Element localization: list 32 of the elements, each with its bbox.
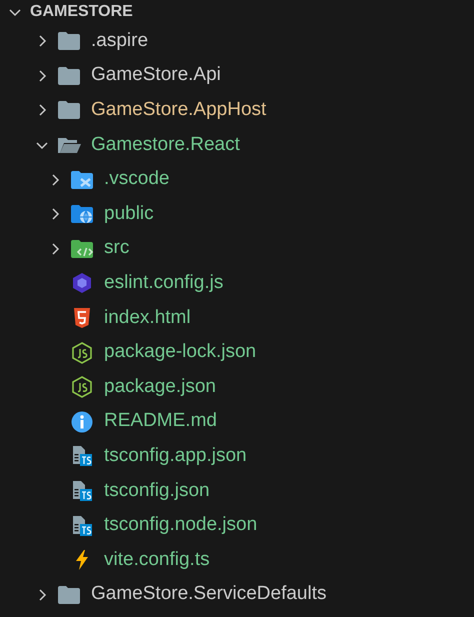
file-name[interactable]: package.json [104,376,216,399]
folder-name[interactable]: .vscode [104,168,170,192]
folder-name[interactable]: GameStore.Api [91,64,221,88]
config-file-icon [70,445,94,468]
folder-icon [57,64,81,87]
folder-name[interactable]: src [104,237,130,260]
info-icon [70,410,94,433]
folder-icon [70,168,94,191]
explorer-title[interactable]: GAMESTORE [30,0,133,24]
hexagon-icon [70,272,94,294]
folder-icon [57,99,81,122]
folder-name[interactable]: .aspire [91,30,148,53]
file-name[interactable]: tsconfig.json [104,480,210,502]
file-name[interactable]: package-lock.json [104,341,256,364]
globe-folder-icon [70,203,94,226]
file-name[interactable]: tsconfig.app.json [104,445,247,468]
file-name[interactable]: vite.config.ts [104,548,210,572]
hexagon-file-icon [70,376,94,398]
file-name[interactable]: tsconfig.node.json [104,514,258,537]
folder-name[interactable]: GameStore.AppHost [91,99,266,122]
config-file-icon [70,480,94,502]
file-name[interactable]: index.html [104,306,191,330]
config-file-icon [70,514,94,537]
folder-icon [57,584,81,606]
folder-name[interactable]: GameStore.ServiceDefaults [91,583,326,606]
file-name[interactable]: README.md [104,410,217,434]
folder-name[interactable]: public [104,202,154,226]
folder-icon [57,30,81,52]
folder-name[interactable]: Gamestore.React [91,134,240,156]
code-folder-icon [70,238,94,260]
file-name[interactable]: eslint.config.js [104,272,224,295]
hexagon-file-icon [70,342,94,364]
